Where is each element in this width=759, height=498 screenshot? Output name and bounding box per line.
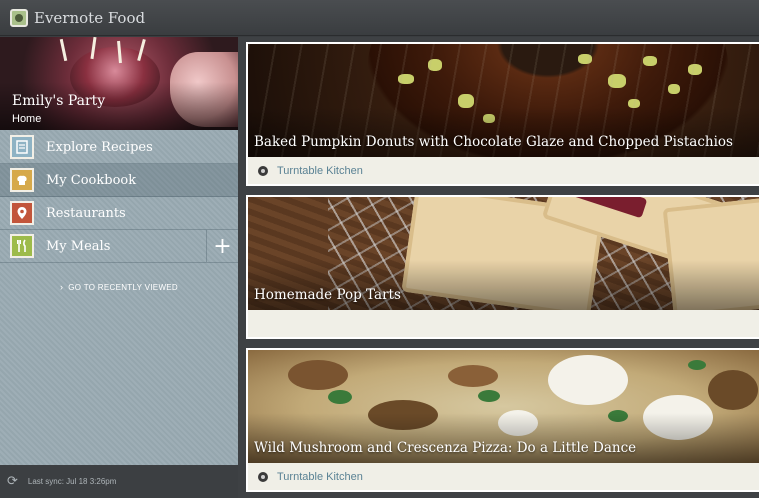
last-sync-text: Last sync: Jul 18 3:26pm [27,477,117,486]
recipe-title: Homemade Pop Tarts [254,287,401,303]
recipe-source-link[interactable] [248,310,759,337]
source-badge-icon [258,165,268,176]
chef-hat-icon [10,168,34,192]
sidebar-item-label: Explore Recipes [46,139,153,155]
recipe-feed[interactable]: Baked Pumpkin Donuts with Chocolate Glaz… [238,37,759,498]
add-meal-button[interactable]: + [206,230,238,262]
notebook-hero[interactable]: Emily's Party Home [0,37,238,130]
app-title: Evernote Food [34,8,146,27]
evernote-food-logo-icon[interactable] [10,8,28,27]
sidebar-item-label: My Meals [46,238,111,254]
recipe-source-link[interactable]: Turntable Kitchen [248,463,759,490]
recipe-source: Turntable Kitchen [277,470,363,483]
recipe-title: Baked Pumpkin Donuts with Chocolate Glaz… [254,134,733,150]
sidebar-item-restaurants[interactable]: Restaurants [0,197,238,230]
recently-viewed-link[interactable]: › GO TO RECENTLY VIEWED [0,282,238,292]
recipe-card[interactable]: Baked Pumpkin Donuts with Chocolate Glaz… [246,42,759,186]
sidebar-item-my-cookbook[interactable]: My Cookbook [0,164,238,197]
recipe-book-icon [10,135,34,159]
recipe-title: Wild Mushroom and Crescenza Pizza: Do a … [254,440,637,456]
chevron-right-icon: › [59,282,64,292]
recipe-photo: Baked Pumpkin Donuts with Chocolate Glaz… [248,44,759,157]
sidebar-item-explore-recipes[interactable]: Explore Recipes [0,131,238,164]
source-badge-icon [258,471,268,482]
hero-title: Emily's Party [12,93,106,109]
recipe-source: Turntable Kitchen [277,164,363,177]
recipe-card[interactable]: Homemade Pop Tarts [246,195,759,339]
title-bar: Evernote Food [0,0,759,36]
recipe-card[interactable]: Wild Mushroom and Crescenza Pizza: Do a … [246,348,759,492]
sidebar-item-label: Restaurants [46,205,126,221]
sync-icon[interactable]: ⟳ [7,474,18,489]
fork-knife-icon [10,234,34,258]
map-pin-icon [10,201,34,225]
sync-footer: ⟳ Last sync: Jul 18 3:26pm [0,465,238,498]
recently-viewed-label: GO TO RECENTLY VIEWED [68,283,179,292]
sidebar-item-label: My Cookbook [46,172,137,188]
hero-subtitle: Home [12,113,42,125]
sidebar-item-my-meals[interactable]: My Meals + [0,230,238,263]
sidebar-menu: Explore Recipes My Cookbook Restaurants … [0,131,238,263]
recipe-photo: Wild Mushroom and Crescenza Pizza: Do a … [248,350,759,463]
recipe-source-link[interactable]: Turntable Kitchen [248,157,759,184]
recipe-photo: Homemade Pop Tarts [248,197,759,310]
sidebar: Emily's Party Home Explore Recipes My Co… [0,37,238,498]
